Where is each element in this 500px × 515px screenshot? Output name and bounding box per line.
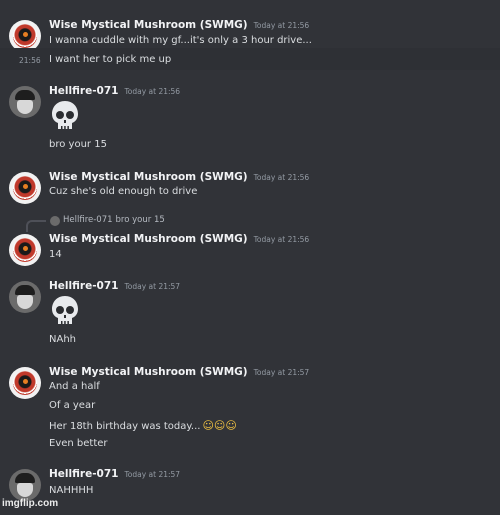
message-timestamp: Today at 21:56 [253, 21, 310, 30]
message-timestamp: Today at 21:56 [253, 235, 310, 244]
reply-text: bro your 15 [115, 215, 165, 225]
reply-connector [26, 220, 46, 232]
chat-log: Wise Mystical Mushroom (SWMG) Today at 21… [0, 0, 500, 515]
message-author[interactable]: Wise Mystical Mushroom (SWMG) Today at 21… [49, 171, 309, 183]
reply-preview[interactable]: Hellfire-071 bro your 15 [63, 215, 165, 225]
message-timestamp: Today at 21:57 [124, 282, 181, 291]
message-author[interactable]: Hellfire-071 Today at 21:57 [49, 468, 180, 480]
message-text: Even better [49, 438, 108, 449]
message-text: Her 18th birthday was today... ☺☺☺ [49, 419, 237, 432]
message-text: And a half [49, 381, 100, 392]
avatar[interactable] [9, 172, 41, 204]
message-text: I wanna cuddle with my gf...it's only a … [49, 35, 312, 46]
avatar[interactable] [9, 367, 41, 399]
avatar[interactable] [9, 234, 41, 266]
avatar[interactable] [9, 281, 41, 313]
skull-emoji-icon [52, 101, 78, 129]
message-text: bro your 15 [49, 139, 107, 150]
relieved-face-emoji-icons: ☺☺☺ [202, 419, 237, 432]
message-text: 14 [49, 249, 62, 260]
avatar[interactable] [9, 86, 41, 118]
message-text: Cuz she's old enough to drive [49, 186, 198, 197]
message-timestamp: Today at 21:56 [124, 87, 181, 96]
message-timestamp: Today at 21:57 [253, 368, 310, 377]
message-timestamp: Today at 21:56 [253, 173, 310, 182]
message-text: Of a year [49, 400, 96, 411]
message-text: NAHHHH [49, 485, 94, 496]
reply-avatar[interactable] [50, 216, 60, 226]
message-author[interactable]: Hellfire-071 Today at 21:56 [49, 85, 180, 97]
message-author[interactable]: Wise Mystical Mushroom (SWMG) Today at 21… [49, 233, 309, 245]
message-timestamp: Today at 21:57 [124, 470, 181, 479]
message-author[interactable]: Hellfire-071 Today at 21:57 [49, 280, 180, 292]
message-text: I want her to pick me up [49, 54, 172, 65]
skull-emoji-icon [52, 296, 78, 324]
watermark: imgflip.com [2, 498, 59, 509]
message-author[interactable]: Wise Mystical Mushroom (SWMG) Today at 21… [49, 366, 309, 378]
message-text: NAhh [49, 334, 76, 345]
message-author[interactable]: Wise Mystical Mushroom (SWMG) Today at 21… [49, 19, 309, 31]
avatar[interactable] [9, 469, 41, 501]
message-side-timestamp: 21:56 [19, 56, 41, 65]
